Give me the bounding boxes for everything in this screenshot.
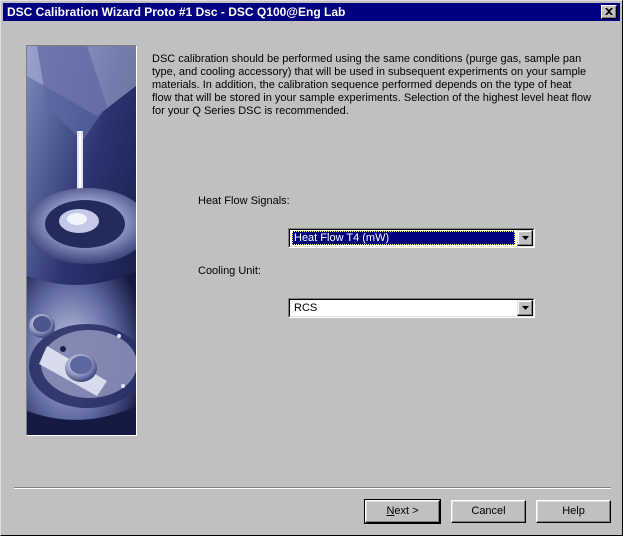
help-button[interactable]: Help — [536, 500, 611, 523]
cooling-unit-select-frame: RCS — [289, 299, 534, 317]
chevron-down-icon — [522, 236, 529, 240]
heat-flow-dropdown-button[interactable] — [517, 230, 533, 246]
intro-text: DSC calibration should be performed usin… — [152, 53, 592, 117]
title-bar[interactable]: DSC Calibration Wizard Proto #1 Dsc - DS… — [3, 3, 620, 21]
wizard-window: DSC Calibration Wizard Proto #1 Dsc - DS… — [0, 0, 623, 536]
heat-flow-select[interactable]: Heat Flow T4 (mW) — [288, 228, 535, 248]
cooling-unit-dropdown-button[interactable] — [517, 300, 533, 316]
wizard-side-image — [26, 45, 137, 436]
close-button[interactable] — [601, 5, 617, 19]
cancel-button[interactable]: Cancel — [451, 500, 526, 523]
heat-flow-select-frame: Heat Flow T4 (mW) — [289, 229, 534, 247]
close-x-icon — [605, 8, 613, 15]
next-button[interactable]: Next > — [364, 499, 441, 524]
heat-flow-select-value: Heat Flow T4 (mW) — [292, 231, 515, 245]
cooling-unit-select[interactable]: RCS — [288, 298, 535, 318]
next-button-label: ext > — [394, 505, 419, 517]
help-button-label: Help — [562, 505, 585, 517]
button-separator — [14, 487, 611, 489]
heat-flow-label: Heat Flow Signals: — [198, 195, 290, 207]
chevron-down-icon — [522, 306, 529, 310]
cooling-unit-label: Cooling Unit: — [198, 265, 261, 277]
window-title: DSC Calibration Wizard Proto #1 Dsc - DS… — [7, 5, 346, 19]
cooling-unit-select-value: RCS — [294, 302, 318, 314]
cancel-button-label: Cancel — [471, 505, 506, 517]
